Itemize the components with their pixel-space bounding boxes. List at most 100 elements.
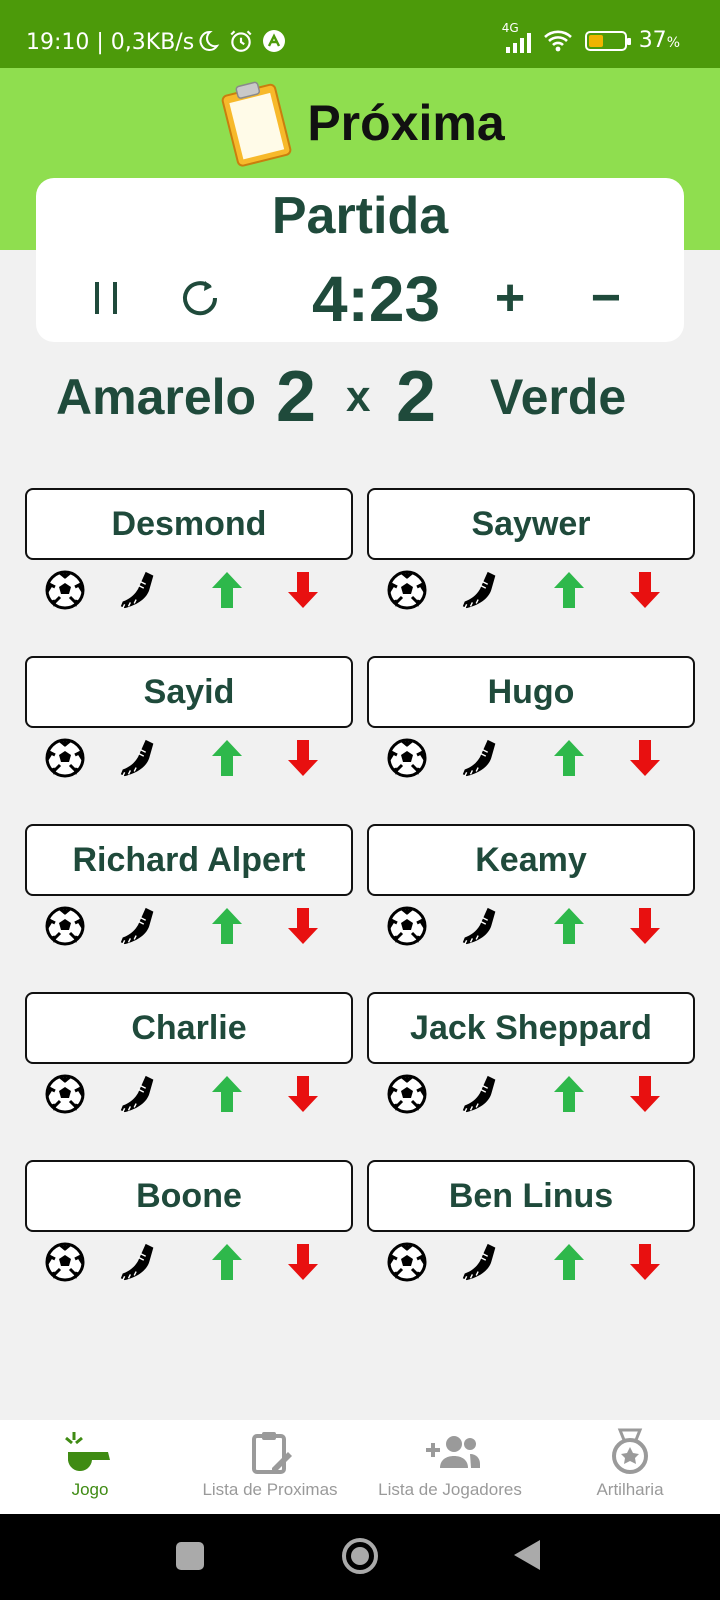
goal-button[interactable]: [43, 568, 87, 612]
assist-button[interactable]: [459, 568, 503, 612]
minus-label: −: [590, 269, 622, 327]
move-up-button[interactable]: [547, 736, 591, 780]
nav-artilharia[interactable]: Artilharia: [540, 1420, 720, 1514]
move-up-button[interactable]: [205, 904, 249, 948]
add-group-icon: [426, 1436, 480, 1468]
bottom-navigation: Jogo Lista de Proximas Lista de Jogadore…: [0, 1420, 720, 1514]
player-actions: [367, 1236, 695, 1296]
clipboard-edit-icon: [252, 1432, 292, 1474]
move-down-button[interactable]: [281, 904, 325, 948]
player-actions: [367, 732, 695, 792]
nav-lista-proximas[interactable]: Lista de Proximas: [180, 1420, 360, 1514]
move-up-button[interactable]: [547, 1240, 591, 1284]
assist-button[interactable]: [117, 1240, 161, 1284]
soccer-boot-icon: [462, 739, 496, 777]
move-down-button[interactable]: [623, 904, 667, 948]
move-up-button[interactable]: [205, 736, 249, 780]
score-separator: x: [346, 372, 371, 421]
player-name-button[interactable]: Sayid: [25, 656, 353, 728]
player-actions: [367, 900, 695, 960]
player-name-button[interactable]: Desmond: [25, 488, 353, 560]
assist-button[interactable]: [459, 1072, 503, 1116]
soccer-boot-icon: [120, 1243, 154, 1281]
network-type-label: 4G: [501, 20, 519, 35]
player-card: Charlie: [25, 992, 353, 1160]
nav-jogo[interactable]: Jogo: [0, 1420, 180, 1514]
subtract-time-button[interactable]: −: [578, 268, 634, 328]
arrow-down-icon: [288, 572, 318, 608]
assist-button[interactable]: [117, 736, 161, 780]
add-time-button[interactable]: +: [482, 268, 538, 328]
nav-label-lista-proximas: Lista de Proximas: [202, 1480, 338, 1499]
player-name-button[interactable]: Charlie: [25, 992, 353, 1064]
goal-button[interactable]: [43, 736, 87, 780]
move-up-button[interactable]: [547, 568, 591, 612]
goal-button[interactable]: [385, 1072, 429, 1116]
soccer-ball-icon: [45, 738, 85, 778]
goal-button[interactable]: [385, 736, 429, 780]
soccer-boot-icon: [462, 907, 496, 945]
assist-button[interactable]: [117, 904, 161, 948]
move-down-button[interactable]: [281, 736, 325, 780]
player-actions: [25, 1068, 353, 1128]
player-name-button[interactable]: Ben Linus: [367, 1160, 695, 1232]
team-a-score: 2: [276, 357, 317, 437]
player-name-button[interactable]: Keamy: [367, 824, 695, 896]
move-up-button[interactable]: [205, 1072, 249, 1116]
arrow-up-icon: [554, 572, 584, 608]
restart-button[interactable]: [172, 268, 228, 328]
system-navigation-bar: [0, 1514, 720, 1600]
team-a-name: Amarelo: [56, 369, 257, 425]
move-up-button[interactable]: [547, 1072, 591, 1116]
arrow-down-icon: [630, 572, 660, 608]
back-button[interactable]: [512, 1538, 542, 1572]
goal-button[interactable]: [43, 904, 87, 948]
soccer-boot-icon: [120, 1075, 154, 1113]
app-notification-icon: [263, 30, 285, 52]
goal-button[interactable]: [385, 1240, 429, 1284]
assist-button[interactable]: [117, 568, 161, 612]
player-name-button[interactable]: Hugo: [367, 656, 695, 728]
home-button[interactable]: [342, 1538, 378, 1574]
move-down-button[interactable]: [623, 1240, 667, 1284]
assist-button[interactable]: [459, 1240, 503, 1284]
battery-icon: [584, 30, 631, 51]
nav-label-jogo: Jogo: [71, 1480, 109, 1499]
goal-button[interactable]: [43, 1072, 87, 1116]
assist-button[interactable]: [117, 1072, 161, 1116]
goal-button[interactable]: [43, 1240, 87, 1284]
goal-button[interactable]: [385, 904, 429, 948]
restart-icon: [183, 281, 218, 316]
soccer-ball-icon: [387, 906, 427, 946]
recent-apps-button[interactable]: [176, 1542, 204, 1570]
move-down-button[interactable]: [281, 1240, 325, 1284]
move-up-button[interactable]: [547, 904, 591, 948]
player-actions: [25, 564, 353, 624]
alarm-icon: [230, 30, 252, 52]
move-down-button[interactable]: [281, 568, 325, 612]
assist-button[interactable]: [459, 904, 503, 948]
player-card: Keamy: [367, 824, 695, 992]
move-down-button[interactable]: [623, 736, 667, 780]
assist-button[interactable]: [459, 736, 503, 780]
move-down-button[interactable]: [623, 1072, 667, 1116]
move-up-button[interactable]: [205, 568, 249, 612]
arrow-up-icon: [212, 1244, 242, 1280]
arrow-down-icon: [630, 1076, 660, 1112]
pause-button[interactable]: [80, 270, 132, 326]
move-down-button[interactable]: [623, 568, 667, 612]
arrow-up-icon: [212, 1076, 242, 1112]
player-name-button[interactable]: Jack Sheppard: [367, 992, 695, 1064]
arrow-up-icon: [554, 740, 584, 776]
player-name-button[interactable]: Boone: [25, 1160, 353, 1232]
player-name-button[interactable]: Richard Alpert: [25, 824, 353, 896]
soccer-ball-icon: [45, 570, 85, 610]
move-up-button[interactable]: [205, 1240, 249, 1284]
pause-icon: [95, 282, 117, 314]
nav-lista-jogadores[interactable]: Lista de Jogadores: [360, 1420, 540, 1514]
soccer-ball-icon: [387, 738, 427, 778]
move-down-button[interactable]: [281, 1072, 325, 1116]
status-right-icons: 4G 37%: [502, 21, 680, 54]
player-name-button[interactable]: Saywer: [367, 488, 695, 560]
goal-button[interactable]: [385, 568, 429, 612]
